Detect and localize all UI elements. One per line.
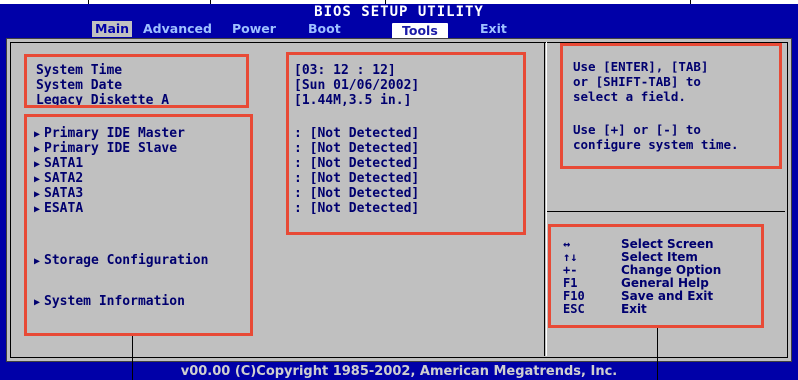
copyright-footer: v00.00 (C)Copyright 1985-2002, American … <box>180 364 618 379</box>
tab-exit[interactable]: Exit <box>480 21 507 37</box>
highlight-box-fields <box>24 54 249 108</box>
highlight-box-values <box>286 52 526 235</box>
tab-power[interactable]: Power <box>232 21 276 37</box>
tab-main[interactable]: Main <box>92 21 133 37</box>
highlight-box-keys <box>548 224 764 328</box>
tab-tools[interactable]: Tools <box>392 23 448 39</box>
bios-title: BIOS SETUP UTILITY <box>314 4 484 20</box>
callout-line-bottom <box>132 336 133 380</box>
menu-bar: Main Advanced Power Boot Tools Exit <box>0 20 798 39</box>
panel-divider-highlight <box>546 42 547 356</box>
help-separator <box>547 211 785 212</box>
panel-divider <box>544 42 545 356</box>
tab-boot[interactable]: Boot <box>308 21 341 37</box>
tab-advanced[interactable]: Advanced <box>143 21 212 37</box>
callout-line-bottom-2 <box>657 328 658 380</box>
highlight-box-help <box>560 43 782 169</box>
highlight-box-devices <box>24 114 253 336</box>
